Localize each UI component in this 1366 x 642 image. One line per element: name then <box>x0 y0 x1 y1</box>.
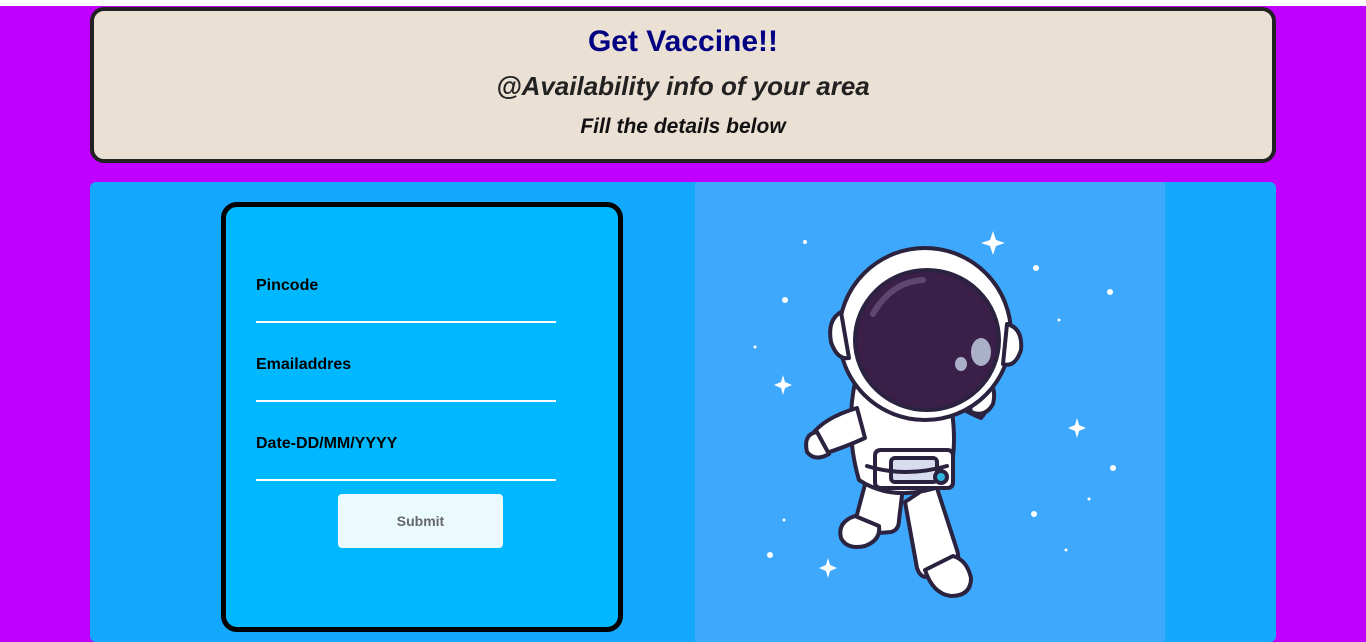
date-field: Date-DD/MM/YYYY <box>256 435 556 481</box>
page-subtitle: @Availability info of your area <box>496 71 870 101</box>
submit-button[interactable]: Submit <box>338 494 503 548</box>
top-strip <box>0 0 1366 6</box>
pincode-input[interactable] <box>256 301 556 323</box>
pincode-field: Pincode <box>256 277 556 323</box>
email-field: Emailaddres <box>256 356 556 402</box>
astronaut-illustration <box>695 182 1165 642</box>
main-panel: Pincode Emailaddres Date-DD/MM/YYYY Subm… <box>90 182 1276 642</box>
vaccine-form: Pincode Emailaddres Date-DD/MM/YYYY Subm… <box>221 202 623 632</box>
astronaut-icon <box>753 231 1116 598</box>
pincode-label: Pincode <box>256 277 319 294</box>
header-banner: Get Vaccine!! @Availability info of your… <box>90 7 1276 163</box>
date-input[interactable] <box>256 459 556 481</box>
page-title: Get Vaccine!! <box>587 25 779 58</box>
form-instruction: Fill the details below <box>580 115 786 138</box>
email-input[interactable] <box>256 380 556 402</box>
date-label: Date-DD/MM/YYYY <box>256 435 398 452</box>
email-label: Emailaddres <box>256 356 352 373</box>
